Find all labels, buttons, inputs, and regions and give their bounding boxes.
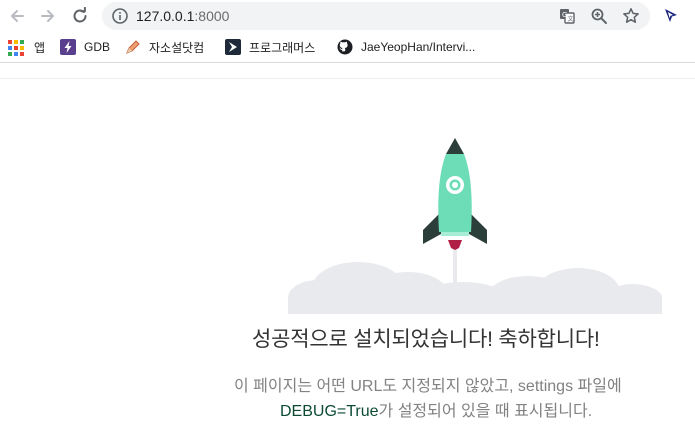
description-line-1: 이 페이지는 어떤 URL도 지정되지 않았고, settings 파일에 [234, 378, 622, 395]
description-line-2-rest: 가 설정되어 있을 때 표시됩니다. [378, 403, 593, 420]
django-install-success-page: 성공적으로 설치되었습니다! 축하합니다! 이 페이지는 어떤 URL도 지정되… [0, 0, 695, 446]
description-line-2: DEBUG=True가 설정되어 있을 때 표시됩니다. [280, 397, 592, 421]
page-title: 성공적으로 설치되었습니다! 축하합니다! [252, 328, 600, 351]
debug-setting-text: DEBUG=True [280, 403, 379, 420]
rocket-illustration [423, 138, 487, 314]
